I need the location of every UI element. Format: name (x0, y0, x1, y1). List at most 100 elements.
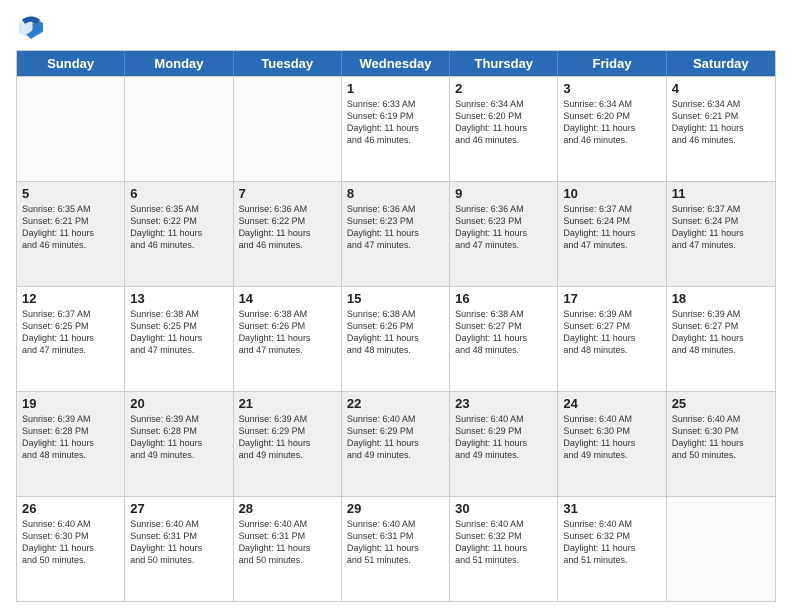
calendar-row-1: 1 Sunrise: 6:33 AM Sunset: 6:19 PM Daylig… (17, 76, 775, 181)
calendar-cell: 26 Sunrise: 6:40 AM Sunset: 6:30 PM Dayli… (17, 497, 125, 601)
day-info: Sunrise: 6:38 AM Sunset: 6:27 PM Dayligh… (455, 308, 552, 357)
weekday-header-wednesday: Wednesday (342, 51, 450, 76)
calendar-cell: 13 Sunrise: 6:38 AM Sunset: 6:25 PM Dayli… (125, 287, 233, 391)
day-number: 10 (563, 186, 660, 201)
day-number: 19 (22, 396, 119, 411)
calendar-cell: 1 Sunrise: 6:33 AM Sunset: 6:19 PM Daylig… (342, 77, 450, 181)
day-info: Sunrise: 6:37 AM Sunset: 6:24 PM Dayligh… (563, 203, 660, 252)
calendar-cell: 18 Sunrise: 6:39 AM Sunset: 6:27 PM Dayli… (667, 287, 775, 391)
day-info: Sunrise: 6:34 AM Sunset: 6:20 PM Dayligh… (563, 98, 660, 147)
calendar-cell (17, 77, 125, 181)
day-info: Sunrise: 6:35 AM Sunset: 6:22 PM Dayligh… (130, 203, 227, 252)
day-number: 5 (22, 186, 119, 201)
day-info: Sunrise: 6:40 AM Sunset: 6:31 PM Dayligh… (347, 518, 444, 567)
weekday-header-saturday: Saturday (667, 51, 775, 76)
calendar-body: 1 Sunrise: 6:33 AM Sunset: 6:19 PM Daylig… (17, 76, 775, 601)
calendar-cell: 14Sunrise: 6:38 AM Sunset: 6:26 PM Dayli… (234, 287, 342, 391)
calendar-header: SundayMondayTuesdayWednesdayThursdayFrid… (17, 51, 775, 76)
day-number: 9 (455, 186, 552, 201)
day-info: Sunrise: 6:40 AM Sunset: 6:29 PM Dayligh… (455, 413, 552, 462)
page: SundayMondayTuesdayWednesdayThursdayFrid… (0, 0, 792, 612)
day-number: 3 (563, 81, 660, 96)
calendar-cell: 21 Sunrise: 6:39 AM Sunset: 6:29 PM Dayli… (234, 392, 342, 496)
weekday-header-friday: Friday (558, 51, 666, 76)
day-number: 27 (130, 501, 227, 516)
day-info: Sunrise: 6:40 AM Sunset: 6:30 PM Dayligh… (563, 413, 660, 462)
day-info: Sunrise: 6:36 AM Sunset: 6:23 PM Dayligh… (347, 203, 444, 252)
calendar-cell: 25 Sunrise: 6:40 AM Sunset: 6:30 PM Dayli… (667, 392, 775, 496)
day-number: 7 (239, 186, 336, 201)
day-info: Sunrise: 6:40 AM Sunset: 6:30 PM Dayligh… (672, 413, 770, 462)
day-number: 8 (347, 186, 444, 201)
day-number: 16 (455, 291, 552, 306)
day-number: 25 (672, 396, 770, 411)
calendar-cell: 8 Sunrise: 6:36 AM Sunset: 6:23 PM Daylig… (342, 182, 450, 286)
day-info: Sunrise: 6:34 AM Sunset: 6:20 PM Dayligh… (455, 98, 552, 147)
day-number: 13 (130, 291, 227, 306)
day-number: 22 (347, 396, 444, 411)
day-number: 21 (239, 396, 336, 411)
calendar-cell: 20Sunrise: 6:39 AM Sunset: 6:28 PM Dayli… (125, 392, 233, 496)
calendar-cell: 12 Sunrise: 6:37 AM Sunset: 6:25 PM Dayli… (17, 287, 125, 391)
day-info: Sunrise: 6:37 AM Sunset: 6:25 PM Dayligh… (22, 308, 119, 357)
calendar-cell (125, 77, 233, 181)
day-number: 26 (22, 501, 119, 516)
calendar-cell: 7 Sunrise: 6:36 AM Sunset: 6:22 PM Daylig… (234, 182, 342, 286)
calendar-cell: 28Sunrise: 6:40 AM Sunset: 6:31 PM Dayli… (234, 497, 342, 601)
calendar-cell: 29 Sunrise: 6:40 AM Sunset: 6:31 PM Dayli… (342, 497, 450, 601)
day-info: Sunrise: 6:38 AM Sunset: 6:26 PM Dayligh… (347, 308, 444, 357)
calendar-cell: 27 Sunrise: 6:40 AM Sunset: 6:31 PM Dayli… (125, 497, 233, 601)
day-number: 28 (239, 501, 336, 516)
day-info: Sunrise: 6:39 AM Sunset: 6:27 PM Dayligh… (672, 308, 770, 357)
day-info: Sunrise: 6:37 AM Sunset: 6:24 PM Dayligh… (672, 203, 770, 252)
day-number: 1 (347, 81, 444, 96)
day-info: Sunrise: 6:39 AM Sunset: 6:27 PM Dayligh… (563, 308, 660, 357)
day-number: 29 (347, 501, 444, 516)
day-number: 18 (672, 291, 770, 306)
calendar-row-2: 5 Sunrise: 6:35 AM Sunset: 6:21 PM Daylig… (17, 181, 775, 286)
day-number: 14 (239, 291, 336, 306)
day-info: Sunrise: 6:40 AM Sunset: 6:30 PM Dayligh… (22, 518, 119, 567)
calendar-cell: 19 Sunrise: 6:39 AM Sunset: 6:28 PM Dayli… (17, 392, 125, 496)
day-number: 31 (563, 501, 660, 516)
day-info: Sunrise: 6:33 AM Sunset: 6:19 PM Dayligh… (347, 98, 444, 147)
day-info: Sunrise: 6:35 AM Sunset: 6:21 PM Dayligh… (22, 203, 119, 252)
calendar-cell: 5 Sunrise: 6:35 AM Sunset: 6:21 PM Daylig… (17, 182, 125, 286)
day-info: Sunrise: 6:39 AM Sunset: 6:29 PM Dayligh… (239, 413, 336, 462)
calendar-cell: 3 Sunrise: 6:34 AM Sunset: 6:20 PM Daylig… (558, 77, 666, 181)
day-number: 20 (130, 396, 227, 411)
day-number: 23 (455, 396, 552, 411)
calendar-cell: 6Sunrise: 6:35 AM Sunset: 6:22 PM Daylig… (125, 182, 233, 286)
calendar: SundayMondayTuesdayWednesdayThursdayFrid… (16, 50, 776, 602)
day-info: Sunrise: 6:40 AM Sunset: 6:32 PM Dayligh… (563, 518, 660, 567)
weekday-header-tuesday: Tuesday (234, 51, 342, 76)
day-number: 2 (455, 81, 552, 96)
calendar-cell: 30 Sunrise: 6:40 AM Sunset: 6:32 PM Dayli… (450, 497, 558, 601)
day-info: Sunrise: 6:40 AM Sunset: 6:32 PM Dayligh… (455, 518, 552, 567)
day-info: Sunrise: 6:39 AM Sunset: 6:28 PM Dayligh… (22, 413, 119, 462)
day-info: Sunrise: 6:38 AM Sunset: 6:25 PM Dayligh… (130, 308, 227, 357)
day-info: Sunrise: 6:40 AM Sunset: 6:29 PM Dayligh… (347, 413, 444, 462)
header (16, 12, 776, 42)
weekday-header-monday: Monday (125, 51, 233, 76)
calendar-cell: 22 Sunrise: 6:40 AM Sunset: 6:29 PM Dayli… (342, 392, 450, 496)
calendar-cell: 15 Sunrise: 6:38 AM Sunset: 6:26 PM Dayli… (342, 287, 450, 391)
calendar-cell: 31 Sunrise: 6:40 AM Sunset: 6:32 PM Dayli… (558, 497, 666, 601)
calendar-cell: 24Sunrise: 6:40 AM Sunset: 6:30 PM Dayli… (558, 392, 666, 496)
day-number: 17 (563, 291, 660, 306)
day-number: 30 (455, 501, 552, 516)
calendar-cell (667, 497, 775, 601)
calendar-cell: 4Sunrise: 6:34 AM Sunset: 6:21 PM Daylig… (667, 77, 775, 181)
day-info: Sunrise: 6:40 AM Sunset: 6:31 PM Dayligh… (130, 518, 227, 567)
day-number: 11 (672, 186, 770, 201)
day-info: Sunrise: 6:36 AM Sunset: 6:22 PM Dayligh… (239, 203, 336, 252)
calendar-cell (234, 77, 342, 181)
day-number: 15 (347, 291, 444, 306)
day-number: 4 (672, 81, 770, 96)
calendar-cell: 2 Sunrise: 6:34 AM Sunset: 6:20 PM Daylig… (450, 77, 558, 181)
calendar-cell: 16 Sunrise: 6:38 AM Sunset: 6:27 PM Dayli… (450, 287, 558, 391)
calendar-cell: 9Sunrise: 6:36 AM Sunset: 6:23 PM Daylig… (450, 182, 558, 286)
weekday-header-sunday: Sunday (17, 51, 125, 76)
logo-icon (16, 12, 46, 42)
day-number: 12 (22, 291, 119, 306)
